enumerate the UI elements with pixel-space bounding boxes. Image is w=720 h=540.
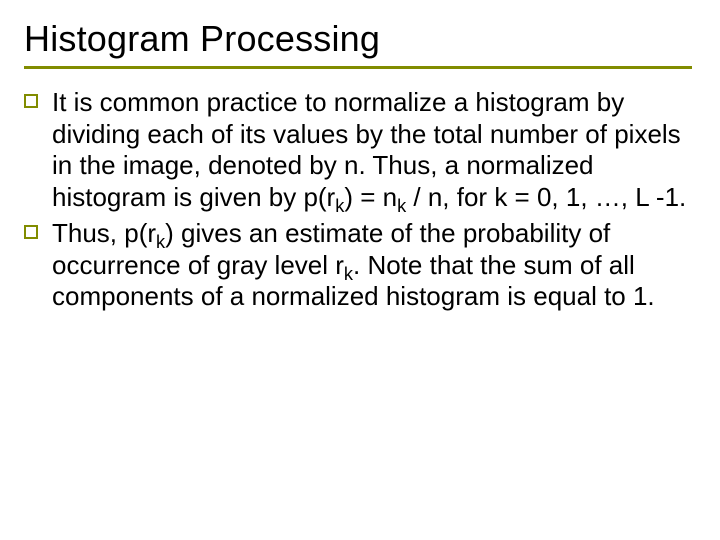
- title-underline: [24, 66, 692, 69]
- bullet-text: Thus, p(rk) gives an estimate of the pro…: [52, 218, 692, 313]
- square-bullet-icon: [24, 94, 38, 108]
- square-bullet-icon: [24, 225, 38, 239]
- slide-title: Histogram Processing: [24, 18, 692, 60]
- slide: Histogram Processing It is common practi…: [0, 0, 720, 540]
- bullet-item: It is common practice to normalize a his…: [24, 87, 692, 214]
- bullet-item: Thus, p(rk) gives an estimate of the pro…: [24, 218, 692, 313]
- bullet-list: It is common practice to normalize a his…: [24, 87, 692, 313]
- bullet-text: It is common practice to normalize a his…: [52, 87, 692, 214]
